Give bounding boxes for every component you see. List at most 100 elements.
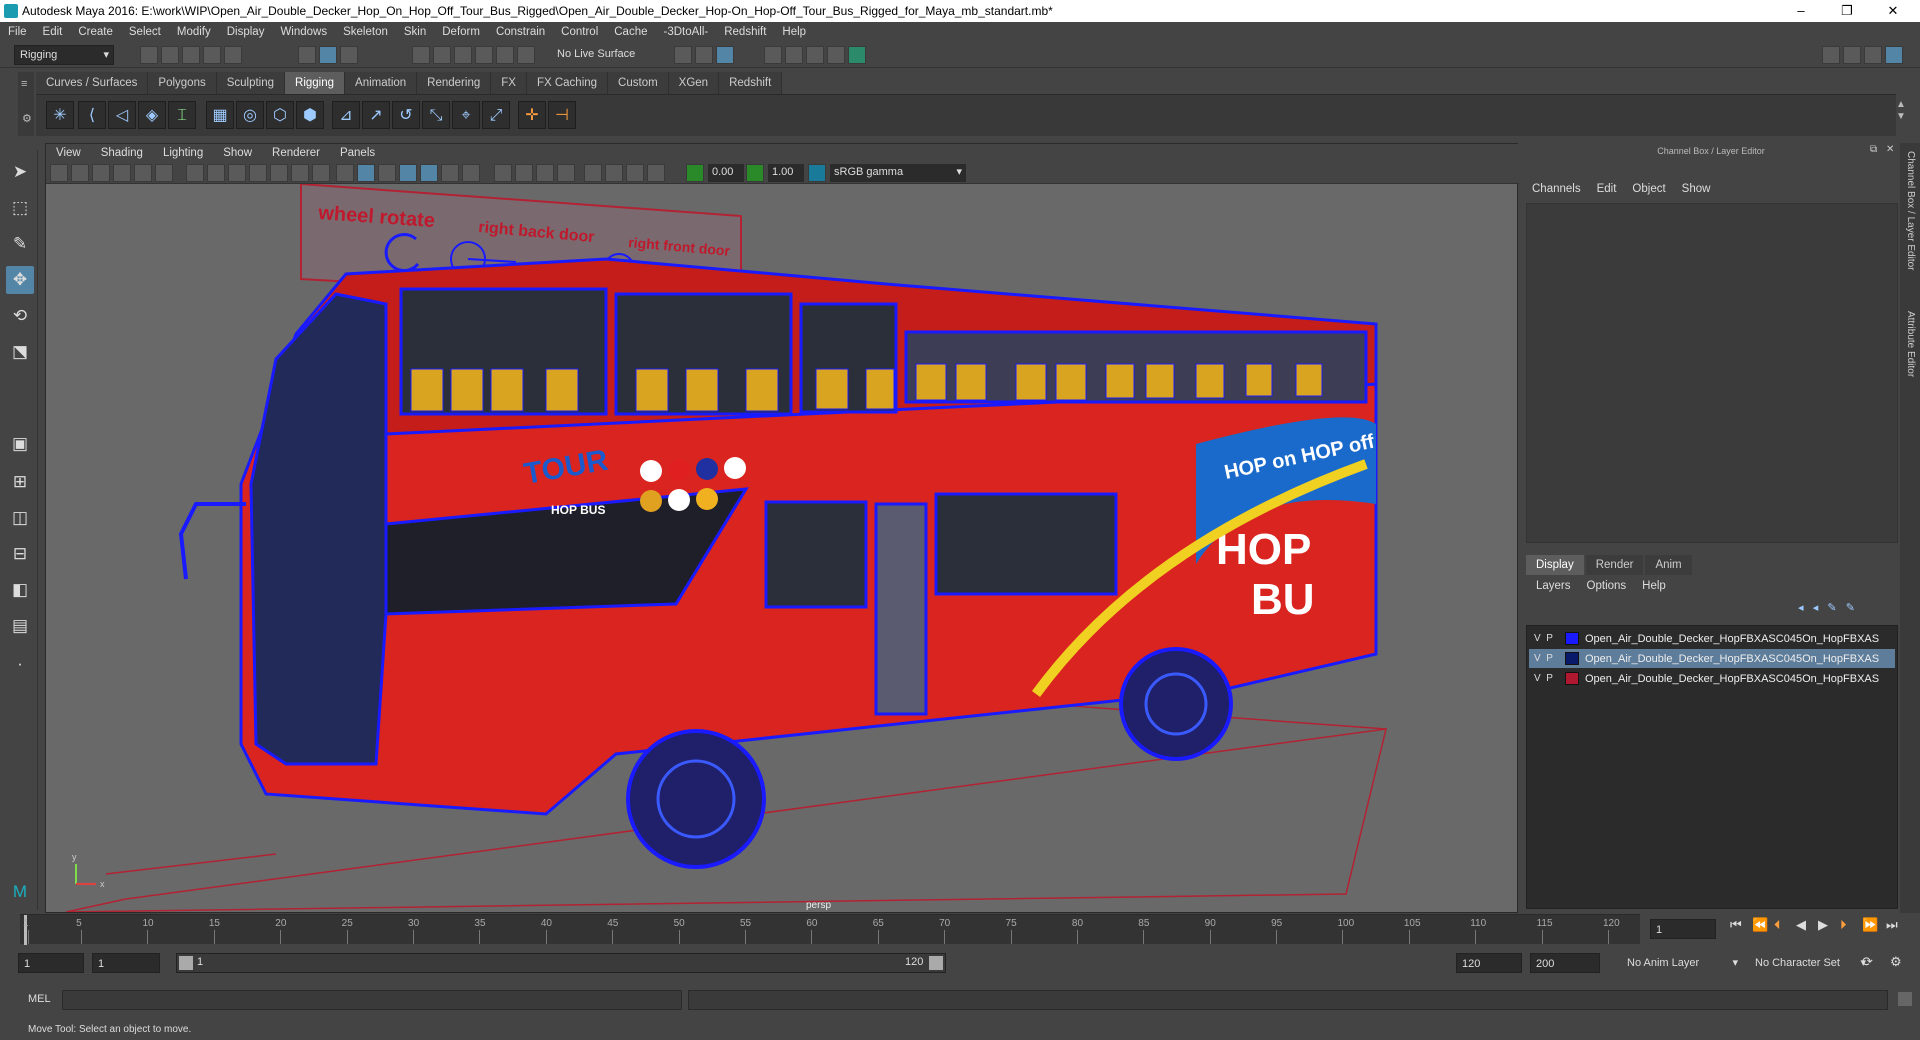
- shelf-options-strip[interactable]: ≡ ⚙: [18, 72, 34, 136]
- menu-control[interactable]: Control: [553, 26, 606, 38]
- select-camera-icon[interactable]: [50, 164, 68, 182]
- mirror-joint-icon[interactable]: ◁: [108, 101, 136, 129]
- orient-constraint-icon[interactable]: ↺: [392, 101, 420, 129]
- menu-skeleton[interactable]: Skeleton: [335, 26, 396, 38]
- character-set-dropdown[interactable]: No Character Set ▾: [1750, 953, 1870, 973]
- tab-display[interactable]: Display: [1526, 555, 1584, 575]
- vp-menu-view[interactable]: View: [46, 147, 91, 159]
- resolution-gate-icon[interactable]: [228, 164, 246, 182]
- select-component-icon[interactable]: [340, 46, 358, 64]
- menu-set-dropdown[interactable]: Rigging ▾: [14, 45, 114, 65]
- multisample-aa-icon[interactable]: [536, 164, 554, 182]
- insert-joint-icon[interactable]: ⟨: [78, 101, 106, 129]
- menu-create[interactable]: Create: [70, 26, 121, 38]
- locator-icon[interactable]: ✛: [518, 101, 546, 129]
- playback-end-field[interactable]: 120: [1456, 953, 1522, 973]
- select-tool-icon[interactable]: ➤: [6, 158, 34, 186]
- menu-display[interactable]: Display: [219, 26, 273, 38]
- input-output-icon[interactable]: [695, 46, 713, 64]
- bookmarks-icon[interactable]: [92, 164, 110, 182]
- menu-edit[interactable]: Edit: [35, 26, 71, 38]
- exposure-field[interactable]: 0.00: [708, 164, 744, 182]
- layer-color-swatch[interactable]: [1565, 632, 1579, 645]
- render-current-icon[interactable]: [785, 46, 803, 64]
- pole-vector-icon[interactable]: ⤢: [482, 101, 510, 129]
- move-layer-up-icon[interactable]: ◂: [1798, 602, 1804, 614]
- xray-active-icon[interactable]: [626, 164, 644, 182]
- select-object-icon[interactable]: [319, 46, 337, 64]
- play-backwards-icon[interactable]: ◀: [1796, 917, 1806, 933]
- menu-select[interactable]: Select: [121, 26, 169, 38]
- orient-joint-icon[interactable]: ◈: [138, 101, 166, 129]
- tab-rendering[interactable]: Rendering: [417, 72, 492, 94]
- playback-start-field[interactable]: 1: [92, 953, 160, 973]
- menu-constrain[interactable]: Constrain: [488, 26, 553, 38]
- custom-layout-icon[interactable]: ·: [6, 650, 34, 678]
- use-all-lights-icon[interactable]: [441, 164, 459, 182]
- aim-constraint-icon[interactable]: ↗: [362, 101, 390, 129]
- textured-icon[interactable]: [420, 164, 438, 182]
- menu-skin[interactable]: Skin: [396, 26, 434, 38]
- current-frame-field[interactable]: 1: [1650, 919, 1716, 939]
- le-menu-options[interactable]: Options: [1587, 580, 1627, 592]
- hypershade-icon[interactable]: [848, 46, 866, 64]
- restore-button[interactable]: ❐: [1824, 0, 1870, 22]
- motion-blur-icon[interactable]: [515, 164, 533, 182]
- tab-redshift[interactable]: Redshift: [719, 72, 783, 94]
- safe-title-icon[interactable]: [312, 164, 330, 182]
- close-panel-icon[interactable]: ✕: [1886, 144, 1894, 155]
- shadows-icon[interactable]: [462, 164, 480, 182]
- vp-menu-panels[interactable]: Panels: [330, 147, 385, 159]
- smooth-shade-icon[interactable]: [357, 164, 375, 182]
- vp-menu-shading[interactable]: Shading: [91, 147, 153, 159]
- render-settings-icon[interactable]: [716, 46, 734, 64]
- undo-icon[interactable]: [203, 46, 221, 64]
- two-view-layout-icon[interactable]: ◫: [6, 504, 34, 532]
- live-surface-field[interactable]: No Live Surface: [552, 45, 652, 65]
- gamma-field[interactable]: 1.00: [768, 164, 804, 182]
- step-back-frame-icon[interactable]: ⏴: [1774, 917, 1781, 933]
- layer-color-swatch[interactable]: [1565, 652, 1579, 665]
- snap-curve-icon[interactable]: [433, 46, 451, 64]
- vp-menu-show[interactable]: Show: [213, 147, 262, 159]
- float-panel-icon[interactable]: ⧉: [1870, 144, 1877, 155]
- menu-cache[interactable]: Cache: [606, 26, 655, 38]
- new-layer-icon[interactable]: ✎: [1827, 602, 1836, 614]
- wireframe-on-shaded-icon[interactable]: [399, 164, 417, 182]
- layer-color-swatch[interactable]: [1565, 672, 1579, 685]
- move-tool-icon[interactable]: ✥: [6, 266, 34, 294]
- step-back-key-icon[interactable]: ⏪: [1752, 917, 1768, 933]
- le-menu-help[interactable]: Help: [1642, 580, 1666, 592]
- paint-select-tool-icon[interactable]: ✎: [6, 230, 34, 258]
- new-layer-selected-icon[interactable]: ✎: [1846, 602, 1855, 614]
- cb-menu-edit[interactable]: Edit: [1597, 183, 1617, 195]
- play-forwards-icon[interactable]: ▶: [1818, 917, 1828, 933]
- rotate-tool-icon[interactable]: ⟲: [6, 302, 34, 330]
- cb-menu-object[interactable]: Object: [1632, 183, 1665, 195]
- menu-file[interactable]: File: [0, 26, 35, 38]
- field-chart-icon[interactable]: [270, 164, 288, 182]
- cluster-icon[interactable]: ⬢: [296, 101, 324, 129]
- tab-xgen[interactable]: XGen: [668, 72, 720, 94]
- range-start-handle[interactable]: [179, 956, 193, 970]
- safe-action-icon[interactable]: [291, 164, 309, 182]
- gate-mask-icon[interactable]: [249, 164, 267, 182]
- select-hierarchy-icon[interactable]: [298, 46, 316, 64]
- isolate-select-icon[interactable]: [584, 164, 602, 182]
- display-render-settings-icon[interactable]: [827, 46, 845, 64]
- tool-settings-toggle-icon[interactable]: [1864, 46, 1882, 64]
- point-constraint-icon[interactable]: ⊿: [332, 101, 360, 129]
- animation-end-field[interactable]: 200: [1530, 953, 1600, 973]
- tab-animation[interactable]: Animation: [345, 72, 418, 94]
- gamma-icon[interactable]: [746, 164, 764, 182]
- animation-start-field[interactable]: 1: [18, 953, 84, 973]
- tab-custom[interactable]: Custom: [608, 72, 669, 94]
- menu-redshift[interactable]: Redshift: [716, 26, 774, 38]
- smooth-skin-icon[interactable]: ◎: [236, 101, 264, 129]
- attribute-editor-toggle-icon[interactable]: [1843, 46, 1861, 64]
- channel-box-toggle-icon[interactable]: [1885, 46, 1903, 64]
- snap-live-icon[interactable]: [496, 46, 514, 64]
- layer-visibility-toggle[interactable]: V P: [1529, 633, 1565, 644]
- animation-preferences-icon[interactable]: ⚙: [1890, 954, 1902, 970]
- menu-help[interactable]: Help: [774, 26, 814, 38]
